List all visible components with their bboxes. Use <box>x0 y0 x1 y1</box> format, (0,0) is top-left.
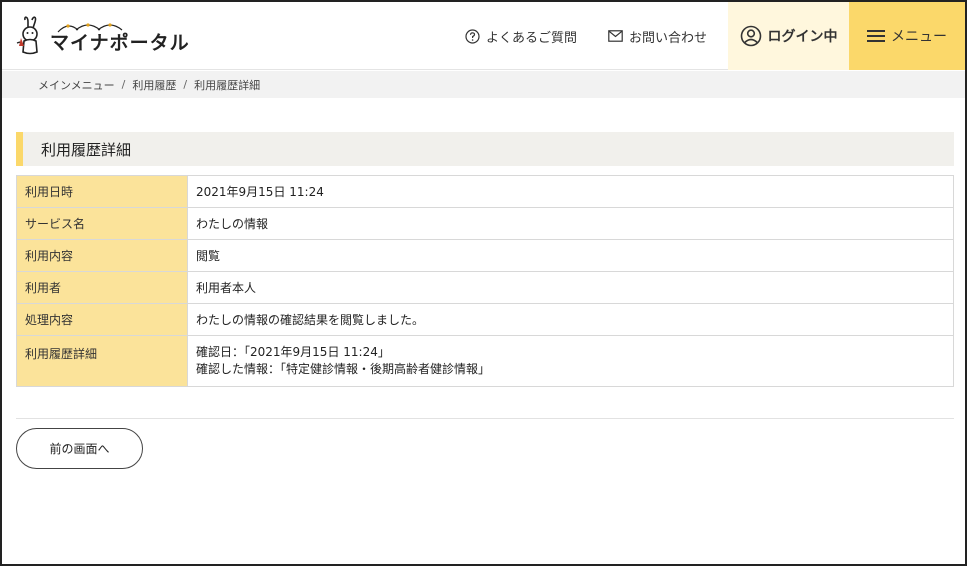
table-row: 利用者 利用者本人 <box>16 271 954 304</box>
table-row: サービス名 わたしの情報 <box>16 207 954 240</box>
row-value-service-name: わたしの情報 <box>187 207 954 240</box>
row-label-service-name: サービス名 <box>16 207 188 240</box>
user-circle-icon <box>740 25 762 47</box>
table-row: 利用内容 閲覧 <box>16 239 954 272</box>
breadcrumb-separator: / <box>183 78 188 91</box>
history-detail-line: 確認日：「2021年9月15日 11:24」 <box>196 345 390 359</box>
row-label-usage-content: 利用内容 <box>16 239 188 272</box>
history-detail-line: 確認した情報：「特定健診情報・後期高齢者健診情報」 <box>196 362 491 376</box>
site-header: マイナポータル よくあるご質問 お問い合わせ ログイン中 メニュー <box>2 2 965 70</box>
logo-arc-decoration <box>57 23 123 33</box>
table-row: 利用日時 2021年9月15日 11:24 <box>16 175 954 208</box>
hamburger-icon <box>867 29 885 43</box>
breadcrumb: メインメニュー / 利用履歴 / 利用履歴詳細 <box>2 71 965 98</box>
row-value-history-detail: 確認日：「2021年9月15日 11:24」 確認した情報：「特定健診情報・後期… <box>187 335 954 387</box>
menu-label: メニュー <box>891 29 947 45</box>
envelope-icon <box>608 30 623 42</box>
row-value-processing-content: わたしの情報の確認結果を閲覧しました。 <box>187 303 954 336</box>
row-label-usage-datetime: 利用日時 <box>16 175 188 208</box>
contact-label: お問い合わせ <box>629 30 708 46</box>
page-title: 利用履歴詳細 <box>16 132 954 166</box>
breadcrumb-item-current: 利用履歴詳細 <box>194 78 261 92</box>
menu-button[interactable]: メニュー <box>849 2 965 70</box>
content-divider <box>16 418 954 419</box>
row-value-user: 利用者本人 <box>187 271 954 304</box>
row-value-usage-datetime: 2021年9月15日 11:24 <box>187 175 954 208</box>
table-row: 利用履歴詳細 確認日：「2021年9月15日 11:24」 確認した情報：「特定… <box>16 335 954 387</box>
usage-detail-table: 利用日時 2021年9月15日 11:24 サービス名 わたしの情報 利用内容 … <box>16 175 954 387</box>
question-circle-icon <box>465 28 480 44</box>
breadcrumb-item-main-menu[interactable]: メインメニュー <box>38 77 115 93</box>
breadcrumb-separator: / <box>121 78 126 91</box>
row-label-user: 利用者 <box>16 271 188 304</box>
site-logo[interactable]: マイナポータル <box>16 14 190 58</box>
table-row: 処理内容 わたしの情報の確認結果を閲覧しました。 <box>16 303 954 336</box>
back-button[interactable]: 前の画面へ <box>16 428 143 469</box>
row-label-processing-content: 処理内容 <box>16 303 188 336</box>
contact-link[interactable]: お問い合わせ <box>608 2 707 70</box>
mynaportal-rabbit-logo-icon <box>16 16 46 56</box>
faq-link[interactable]: よくあるご質問 <box>465 2 577 70</box>
row-value-usage-content: 閲覧 <box>187 239 954 272</box>
app-window: マイナポータル よくあるご質問 お問い合わせ ログイン中 メニュー メインメニュ… <box>0 0 967 566</box>
login-label: ログイン中 <box>767 29 838 45</box>
faq-label: よくあるご質問 <box>486 30 578 46</box>
row-label-history-detail: 利用履歴詳細 <box>16 335 188 387</box>
breadcrumb-item-usage-history[interactable]: 利用履歴 <box>132 77 176 93</box>
login-status-button[interactable]: ログイン中 <box>728 2 849 70</box>
page-title-text: 利用履歴詳細 <box>41 140 132 159</box>
